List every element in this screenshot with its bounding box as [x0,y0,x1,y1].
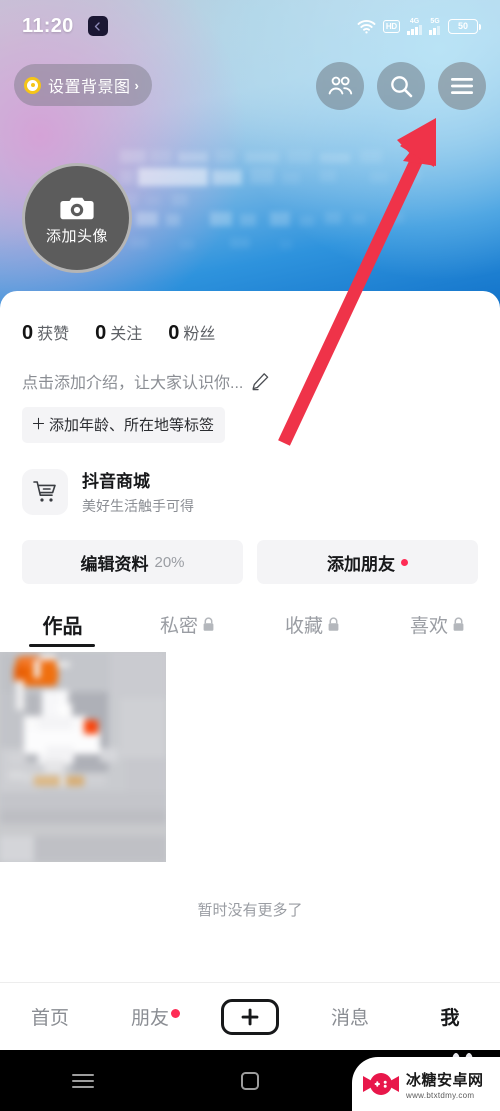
watermark-url: www.btxtdmy.com [406,1090,475,1100]
status-bar-indicators: HD 4G 5G 50 [357,18,481,35]
stat-followers-label: 粉丝 [183,326,216,343]
avatar-container[interactable]: 添加头像 [22,163,132,273]
watermark-logo-icon [362,1069,400,1099]
signal-5g-icon: 5G [429,18,441,35]
recents-icon [72,1073,95,1089]
lock-icon [327,616,340,632]
tab-works-label: 作品 [42,615,83,638]
profile-completion-percent: 20% [154,553,185,571]
hamburger-menu-icon [450,77,474,95]
phone-screenshot: 11:20 HD 4G 5G 50 设置背景图 › 添加头像 0 获赞 0 关注… [0,0,500,1111]
search-icon [389,74,414,99]
camera-icon [60,194,94,222]
banner-action-buttons [316,62,486,110]
tab-active-underline [29,643,95,647]
stat-likes[interactable]: 0 获赞 [22,320,69,345]
create-button[interactable] [221,998,279,1035]
stat-following[interactable]: 0 关注 [95,320,142,345]
wifi-icon [357,19,376,34]
watermark-brand: 冰糖安卓网 [406,1071,484,1089]
mall-title: 抖音商城 [82,472,150,491]
tabbar-messages-label: 消息 [330,1008,369,1029]
tab-liked[interactable]: 喜欢 [375,606,500,642]
friends-button[interactable] [316,62,364,110]
add-tags-label: 添加年龄、所在地等标签 [49,417,215,434]
tabbar-item-home[interactable]: 首页 [0,1003,100,1030]
add-friends-badge-dot [401,558,408,566]
shopping-cart-icon [22,468,68,515]
battery-indicator: 50 [448,18,481,34]
video-thumbnail[interactable] [0,652,166,862]
tabbar-me-label: 我 [440,1008,460,1029]
stat-following-count: 0 [95,322,107,344]
banner-mosaic-pattern [120,150,450,280]
mall-subtitle: 美好生活触手可得 [82,498,194,514]
status-bar: 11:20 HD 4G 5G 50 [0,0,500,52]
battery-level-label: 50 [457,20,468,31]
add-tags-button[interactable]: ＋ 添加年龄、所在地等标签 [22,407,226,443]
pencil-icon[interactable] [251,372,270,391]
stat-likes-count: 0 [22,322,34,344]
add-friends-button[interactable]: 添加朋友 [257,540,478,584]
tabbar-item-friends[interactable]: 朋友 [100,1003,200,1030]
tabbar-item-create[interactable] [200,998,300,1035]
banner-toolbar: 设置背景图 › [0,62,500,118]
chevron-right-icon: › [134,77,139,93]
profile-sheet: 0 获赞 0 关注 0 粉丝 点击添加介绍，让大家认识你... ＋ 添加年龄、所… [0,291,500,991]
plus-icon: ＋ [31,416,47,433]
target-dot-icon [24,76,41,94]
tab-favorites-label: 收藏 [284,615,323,637]
lock-icon [202,616,215,632]
profile-action-buttons: 编辑资料 20% 添加朋友 [0,516,500,584]
stat-followers[interactable]: 0 粉丝 [168,320,215,345]
tabbar-item-me[interactable]: 我 [400,1003,500,1030]
lock-icon [452,616,465,632]
add-friends-label: 添加朋友 [327,554,395,574]
bio-row[interactable]: 点击添加介绍，让大家认识你... [0,345,500,393]
bio-placeholder: 点击添加介绍，让大家认识你... [22,375,244,392]
tabbar-item-messages[interactable]: 消息 [300,1003,400,1030]
tab-private-label: 私密 [159,615,198,637]
avatar[interactable]: 添加头像 [22,163,132,273]
douyin-mall-entry[interactable]: 抖音商城 美好生活触手可得 [0,443,500,516]
recents-button[interactable] [0,1073,167,1089]
home-button[interactable] [167,1071,334,1090]
tab-private[interactable]: 私密 [125,606,250,642]
stat-followers-count: 0 [168,322,180,344]
tab-favorites[interactable]: 收藏 [250,606,375,642]
tabbar-friends-badge-dot [170,1009,180,1018]
works-grid: 暂时没有更多了 [0,642,500,920]
set-background-label: 设置背景图 [48,79,131,96]
tabbar-friends-label: 朋友 [130,1008,169,1029]
search-button[interactable] [377,62,425,110]
bottom-tab-bar: 首页 朋友 消息 我 [0,982,500,1050]
hamburger-menu-button[interactable] [438,62,486,110]
stat-following-label: 关注 [110,326,143,343]
hd-voice-icon: HD [382,19,400,33]
content-tabs: 作品 私密 收藏 喜欢 [0,584,500,647]
set-background-button[interactable]: 设置背景图 › [14,64,152,106]
stat-likes-label: 获赞 [37,326,70,343]
signal-4g-icon: 4G [407,18,422,35]
site-watermark: 冰糖安卓网 www.btxtdmy.com [352,1057,500,1111]
edit-profile-button[interactable]: 编辑资料 20% [22,540,243,584]
tab-works[interactable]: 作品 [0,606,125,642]
tab-liked-label: 喜欢 [409,615,448,637]
edit-profile-label: 编辑资料 [80,554,149,574]
friends-icon [327,74,353,98]
tabbar-home-label: 首页 [30,1008,69,1029]
avatar-caption: 添加头像 [45,228,108,245]
back-chevron-app-icon [87,16,108,36]
status-bar-clock: 11:20 [22,14,74,37]
end-of-list-text: 暂时没有更多了 [197,902,303,919]
profile-stats: 0 获赞 0 关注 0 粉丝 [0,291,500,345]
plus-icon [240,1007,260,1027]
home-icon [241,1071,259,1090]
